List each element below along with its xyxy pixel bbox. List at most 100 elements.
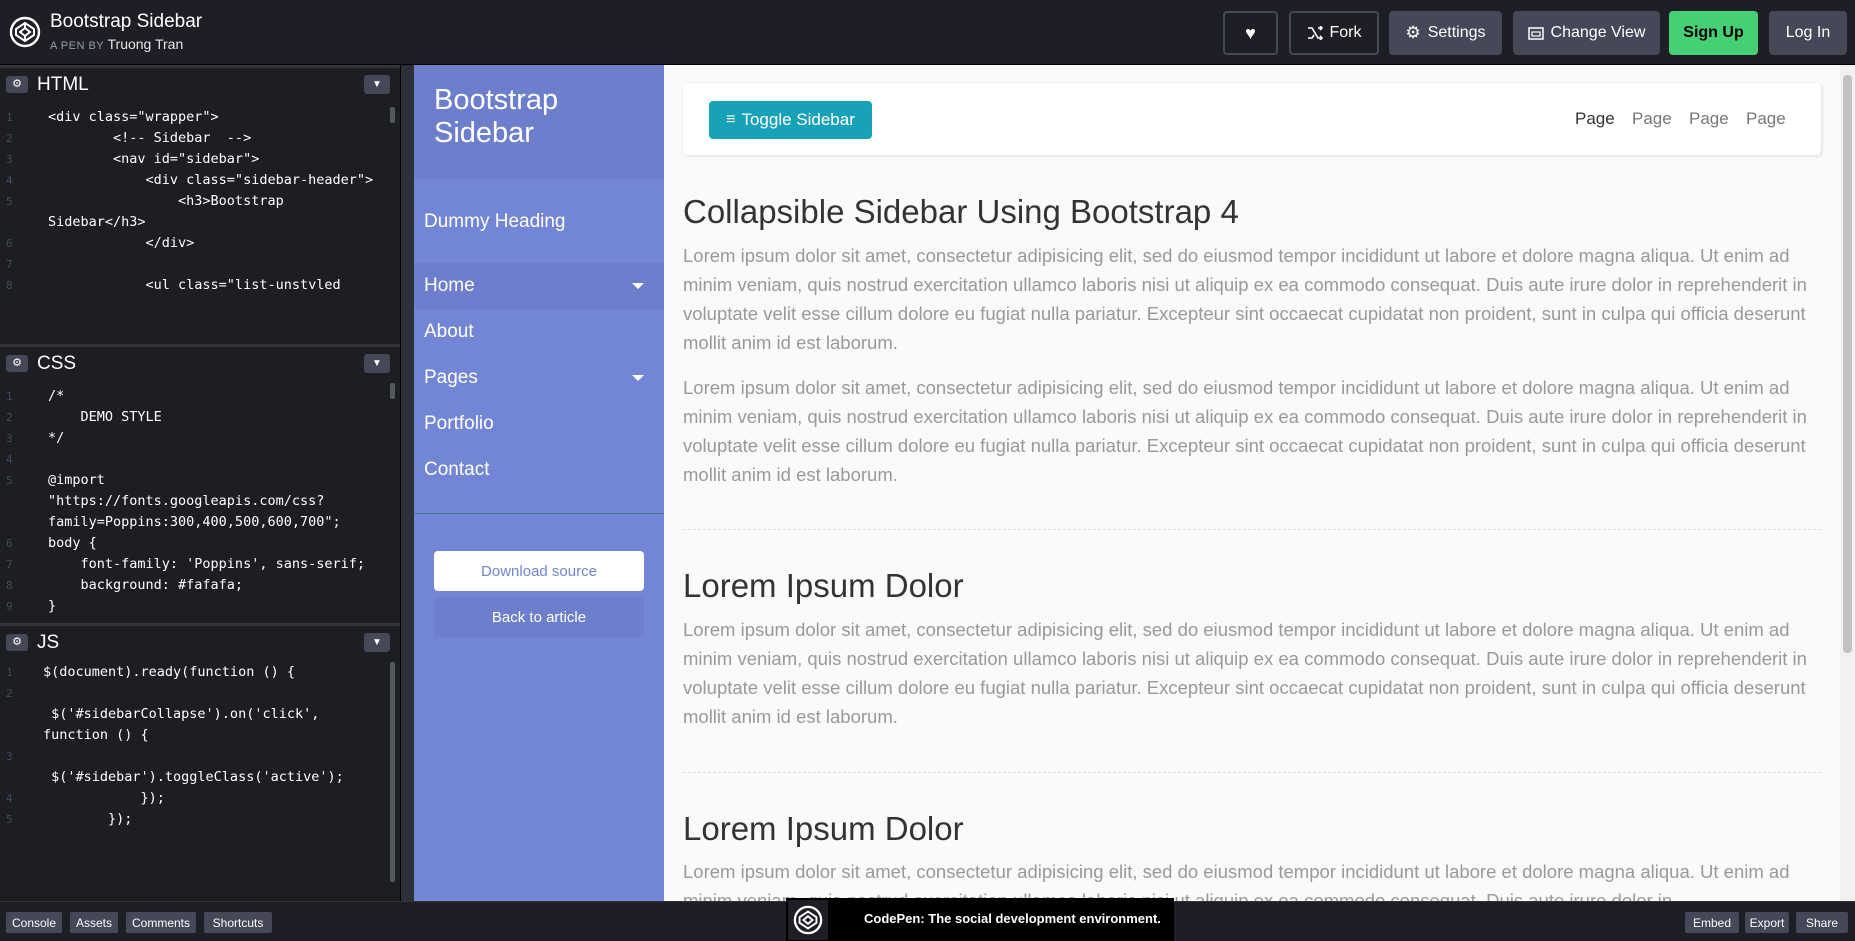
sidebar-item-label: About	[424, 321, 474, 342]
section-heading: Lorem Ipsum Dolor	[683, 567, 964, 604]
caret-down-icon	[632, 375, 644, 381]
line-number: 3	[6, 750, 13, 763]
code-line: */	[48, 430, 65, 446]
code-line: <nav id="sidebar">	[48, 151, 260, 167]
sidebar-title: Bootstrap Sidebar	[434, 84, 559, 149]
heart-button[interactable]: ♥	[1223, 11, 1278, 55]
sidebar-item-about[interactable]: About	[414, 309, 664, 355]
section-paragraph: Lorem ipsum dolor sit amet, consectetur …	[683, 861, 1790, 901]
heart-icon: ♥	[1245, 22, 1256, 43]
code-line: $(document).ready(function () {	[43, 664, 295, 680]
line-number: 8	[6, 279, 13, 289]
embed-button[interactable]: Embed	[1685, 912, 1739, 933]
log-in-button[interactable]: Log In	[1769, 11, 1847, 55]
pen-title[interactable]: Bootstrap Sidebar	[50, 11, 202, 33]
code-line: }	[48, 598, 57, 614]
caret-down-icon	[632, 283, 644, 289]
js-editor-header: ⚙ JS ▼	[0, 623, 400, 657]
css-code-editor[interactable]: 1 /* 2 DEMO STYLE 3 */ 4 5 @import "https://font…	[0, 386, 400, 618]
css-collapse-chevron-down-icon[interactable]: ▼	[364, 354, 390, 373]
line-number: 7	[6, 258, 13, 271]
html-editor-header: ⚙ HTML ▼	[0, 65, 400, 99]
code-line: font-family: 'Poppins', sans-serif;	[48, 556, 365, 572]
export-button[interactable]: Export	[1745, 912, 1789, 933]
codepen-logo-icon[interactable]	[9, 16, 41, 48]
preview-scrollbar[interactable]	[1840, 65, 1855, 901]
code-line: <!-- Sidebar -->	[48, 130, 252, 146]
nav-page-link-1[interactable]: Page	[1575, 109, 1615, 129]
html-editor-scrollbar[interactable]	[390, 107, 395, 123]
section-divider	[683, 772, 1821, 773]
download-source-button[interactable]: Download source	[434, 551, 644, 591]
comments-button[interactable]: Comments	[126, 912, 196, 933]
console-button[interactable]: Console	[6, 912, 62, 933]
section-paragraph: Lorem ipsum dolor sit amet, consectetur …	[683, 377, 1807, 485]
settings-button[interactable]: ⚙ Settings	[1389, 11, 1502, 55]
code-line: $('#sidebarCollapse').on('click',	[43, 706, 320, 722]
line-number: 3	[6, 153, 13, 166]
sidebar-divider	[414, 513, 664, 514]
demo-sidebar: Bootstrap Sidebar Dummy Heading Home Abo…	[414, 65, 664, 901]
css-editor-title: CSS	[37, 353, 77, 374]
line-number: 6	[6, 537, 13, 550]
resize-handle[interactable]	[400, 65, 414, 901]
line-number: 2	[6, 132, 13, 145]
line-number: 1	[6, 111, 13, 124]
change-view-button[interactable]: Change View	[1513, 11, 1660, 55]
code-line: </div>	[48, 235, 195, 251]
change-view-label: Change View	[1550, 24, 1646, 41]
css-settings-gear-icon[interactable]: ⚙	[6, 355, 28, 372]
sidebar-dummy-heading: Dummy Heading	[424, 211, 566, 232]
js-collapse-chevron-down-icon[interactable]: ▼	[364, 633, 390, 652]
preview-scroll-thumb[interactable]	[1843, 75, 1852, 653]
code-line: @import	[48, 472, 105, 488]
html-code-editor[interactable]: 1 <div class="wrapper"> 2 <!-- Sidebar -->…	[0, 107, 400, 289]
line-number: 5	[6, 474, 13, 487]
html-editor-title: HTML	[37, 74, 89, 95]
line-number: 9	[6, 600, 13, 613]
section-divider	[683, 529, 1821, 530]
nav-page-link-4[interactable]: Page	[1746, 109, 1786, 129]
nav-page-link-2[interactable]: Page	[1632, 109, 1672, 129]
line-number: 4	[6, 792, 13, 805]
code-line: body {	[48, 535, 97, 551]
js-editor-scrollbar[interactable]	[390, 662, 395, 882]
sign-up-button[interactable]: Sign Up	[1669, 11, 1758, 55]
js-settings-gear-icon[interactable]: ⚙	[6, 634, 28, 651]
code-line: });	[43, 811, 133, 827]
pen-author-link[interactable]: Truong Tran	[108, 36, 184, 52]
code-line: DEMO STYLE	[48, 409, 162, 425]
codepen-toast-logo-icon	[788, 900, 828, 940]
js-editor-title: JS	[37, 632, 60, 653]
code-line: background: #fafafa;	[48, 577, 244, 593]
pen-author-line: A PEN BY Truong Tran	[50, 36, 183, 52]
line-number: 1	[6, 390, 13, 403]
shortcuts-button[interactable]: Shortcuts	[204, 912, 272, 933]
sidebar-item-pages[interactable]: Pages	[414, 355, 664, 401]
settings-label: Settings	[1427, 24, 1486, 41]
fork-label: Fork	[1329, 24, 1362, 41]
sidebar-item-home[interactable]: Home	[414, 263, 664, 309]
html-collapse-chevron-down-icon[interactable]: ▼	[364, 75, 390, 94]
sidebar-item-label: Portfolio	[424, 413, 494, 434]
sidebar-item-portfolio[interactable]: Portfolio	[414, 401, 664, 447]
back-to-article-button[interactable]: Back to article	[434, 597, 644, 637]
fork-button[interactable]: Fork	[1289, 11, 1379, 55]
section-paragraph: Lorem ipsum dolor sit amet, consectetur …	[683, 619, 1807, 727]
toggle-sidebar-button[interactable]: ≡ Toggle Sidebar	[709, 101, 872, 139]
codepen-toast[interactable]: CodePen: The social development environm…	[786, 898, 1174, 941]
js-code-editor[interactable]: 1 $(document).ready(function () {2 $('#si…	[0, 662, 400, 862]
line-number: 5	[6, 195, 13, 208]
share-button[interactable]: Share	[1796, 912, 1848, 933]
line-number: 4	[6, 174, 13, 187]
html-settings-gear-icon[interactable]: ⚙	[6, 76, 28, 93]
nav-page-link-3[interactable]: Page	[1689, 109, 1729, 129]
sidebar-item-label: Pages	[424, 367, 478, 388]
fork-icon	[1307, 26, 1323, 40]
section-heading: Lorem Ipsum Dolor	[683, 810, 964, 847]
sidebar-item-contact[interactable]: Contact	[414, 447, 664, 493]
code-line: "https://fonts.googleapis.com/css?	[48, 493, 325, 509]
assets-button[interactable]: Assets	[70, 912, 118, 933]
css-editor-scrollbar[interactable]	[390, 383, 395, 399]
toggle-sidebar-label: Toggle Sidebar	[741, 110, 855, 129]
